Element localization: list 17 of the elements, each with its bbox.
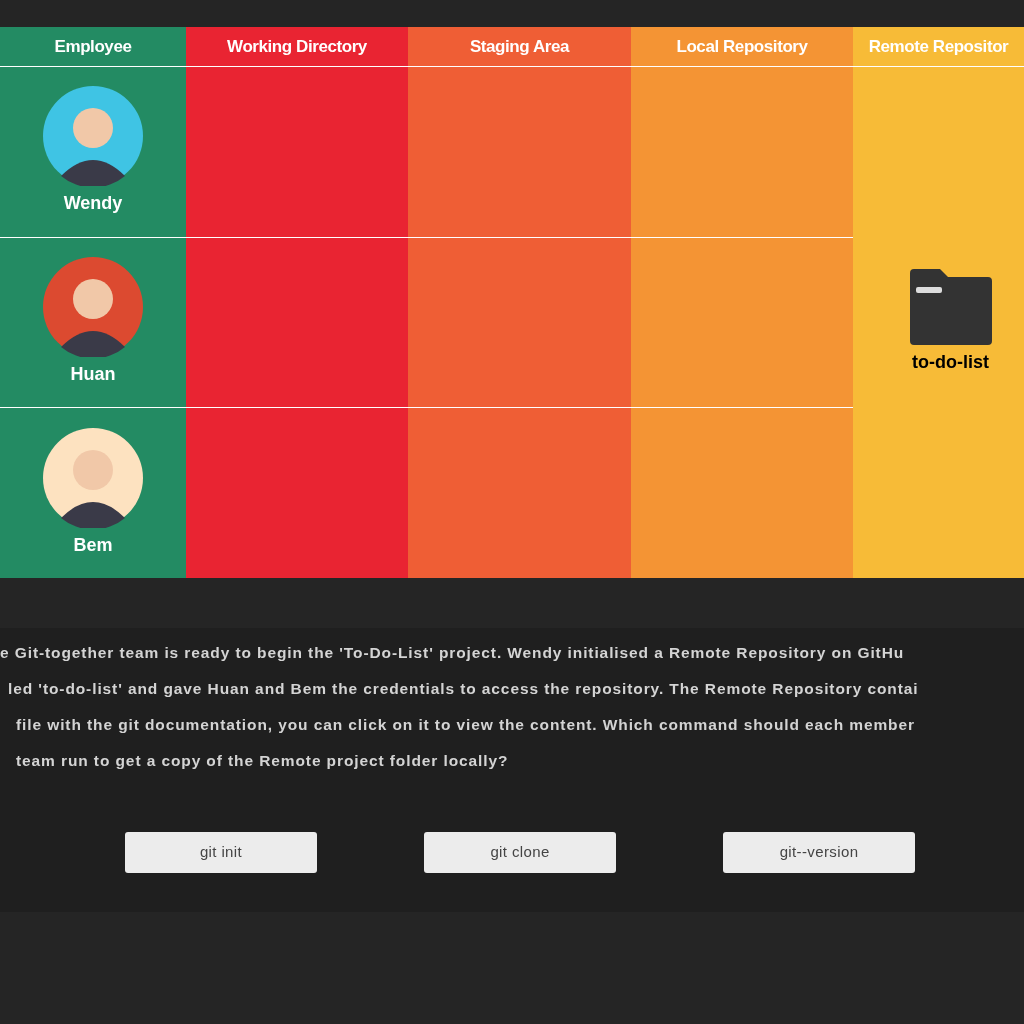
column-header: Local Repository <box>676 35 808 58</box>
question-text: led 'to-do-list' and gave Huan and Bem the credentials to access the repository. The Remote Repository contai <box>7 679 920 699</box>
column-header: Staging Area <box>469 35 570 58</box>
question-text: team run to get a copy of the Remote project folder locally? <box>15 751 510 771</box>
column-header: Employee <box>54 35 132 58</box>
employee-name: Wendy <box>63 192 123 216</box>
question-text: e Git-together team is ready to begin the 'To-Do-List' project. Wendy initialised a Remote Repository on GitHu <box>0 643 906 663</box>
folder-label: to-do-list <box>912 351 989 374</box>
answer-button[interactable]: git clone <box>424 832 616 873</box>
employee-name: Bem <box>73 533 113 557</box>
employee-name: Huan <box>70 363 116 386</box>
column-header: Working Directory <box>227 35 367 58</box>
answer-button[interactable]: git--version <box>723 832 915 873</box>
folder-icon[interactable] <box>909 269 992 345</box>
answer-button[interactable]: git init <box>125 832 317 873</box>
question-text: file with the git documentation, you can click on it to view the content. Which command should each member <box>15 715 916 735</box>
column-header: Remote Repositor <box>868 35 1009 58</box>
